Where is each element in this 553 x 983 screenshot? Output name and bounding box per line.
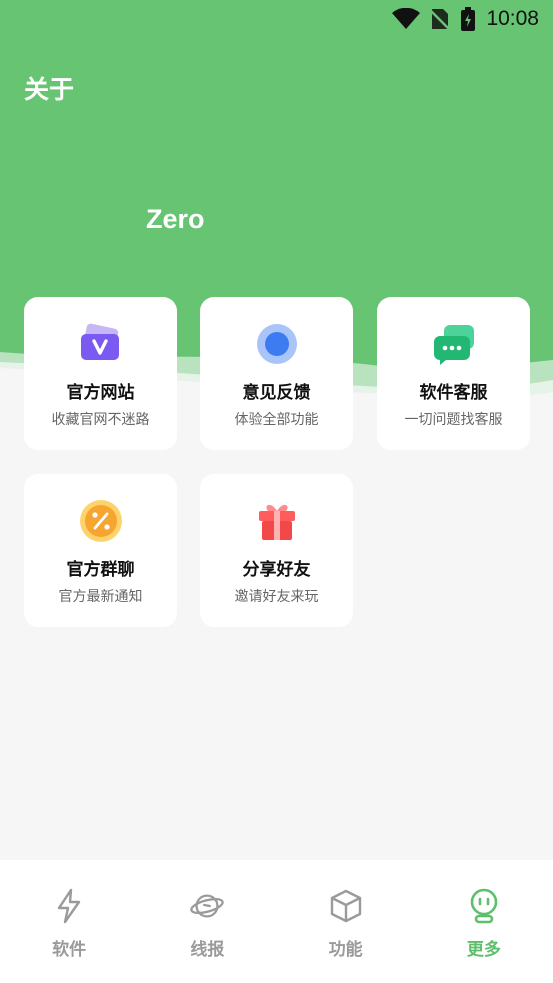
card-title: 官方群聊 <box>66 560 135 580</box>
cube-icon <box>328 888 364 924</box>
tab-deals[interactable]: 线报 <box>138 860 276 983</box>
app-name: Zero <box>146 204 205 234</box>
no-sim-icon <box>430 9 451 30</box>
wifi-icon <box>392 8 421 29</box>
card-feedback[interactable]: 意见反馈 体验全部功能 <box>200 297 353 450</box>
tab-label: 线报 <box>190 940 225 960</box>
card-subtitle: 一切问题找客服 <box>404 412 503 428</box>
planet-icon <box>189 888 225 924</box>
gift-icon <box>255 499 299 543</box>
feedback-icon <box>255 322 299 366</box>
tab-more[interactable]: 更多 <box>415 860 553 983</box>
card-subtitle: 官方最新通知 <box>58 589 143 605</box>
card-title: 官方网站 <box>66 383 135 403</box>
card-share-friends[interactable]: 分享好友 邀请好友来玩 <box>200 474 353 627</box>
bottom-tab-bar: 软件 线报 功能 更多 <box>0 860 553 983</box>
card-title: 软件客服 <box>419 383 488 403</box>
card-official-website[interactable]: 官方网站 收藏官网不迷路 <box>24 297 177 450</box>
tab-label: 软件 <box>52 940 87 960</box>
tab-features[interactable]: 功能 <box>277 860 415 983</box>
card-subtitle: 体验全部功能 <box>234 412 319 428</box>
tab-label: 功能 <box>328 940 363 960</box>
page-title: 关于 <box>24 75 75 104</box>
card-official-group[interactable]: 官方群聊 官方最新通知 <box>24 474 177 627</box>
robot-icon <box>466 888 502 924</box>
card-title: 意见反馈 <box>242 383 311 403</box>
status-bar: 10:08 <box>0 0 553 38</box>
lightning-icon <box>51 888 87 924</box>
status-time: 10:08 <box>486 7 539 30</box>
website-icon <box>79 322 123 366</box>
tab-software[interactable]: 软件 <box>0 860 138 983</box>
chat-icon <box>432 322 476 366</box>
card-subtitle: 收藏官网不迷路 <box>51 412 150 428</box>
card-title: 分享好友 <box>242 560 311 580</box>
percent-icon <box>79 499 123 543</box>
tab-label: 更多 <box>466 940 501 960</box>
card-subtitle: 邀请好友来玩 <box>234 589 319 605</box>
card-customer-service[interactable]: 软件客服 一切问题找客服 <box>377 297 530 450</box>
battery-icon <box>461 7 476 31</box>
